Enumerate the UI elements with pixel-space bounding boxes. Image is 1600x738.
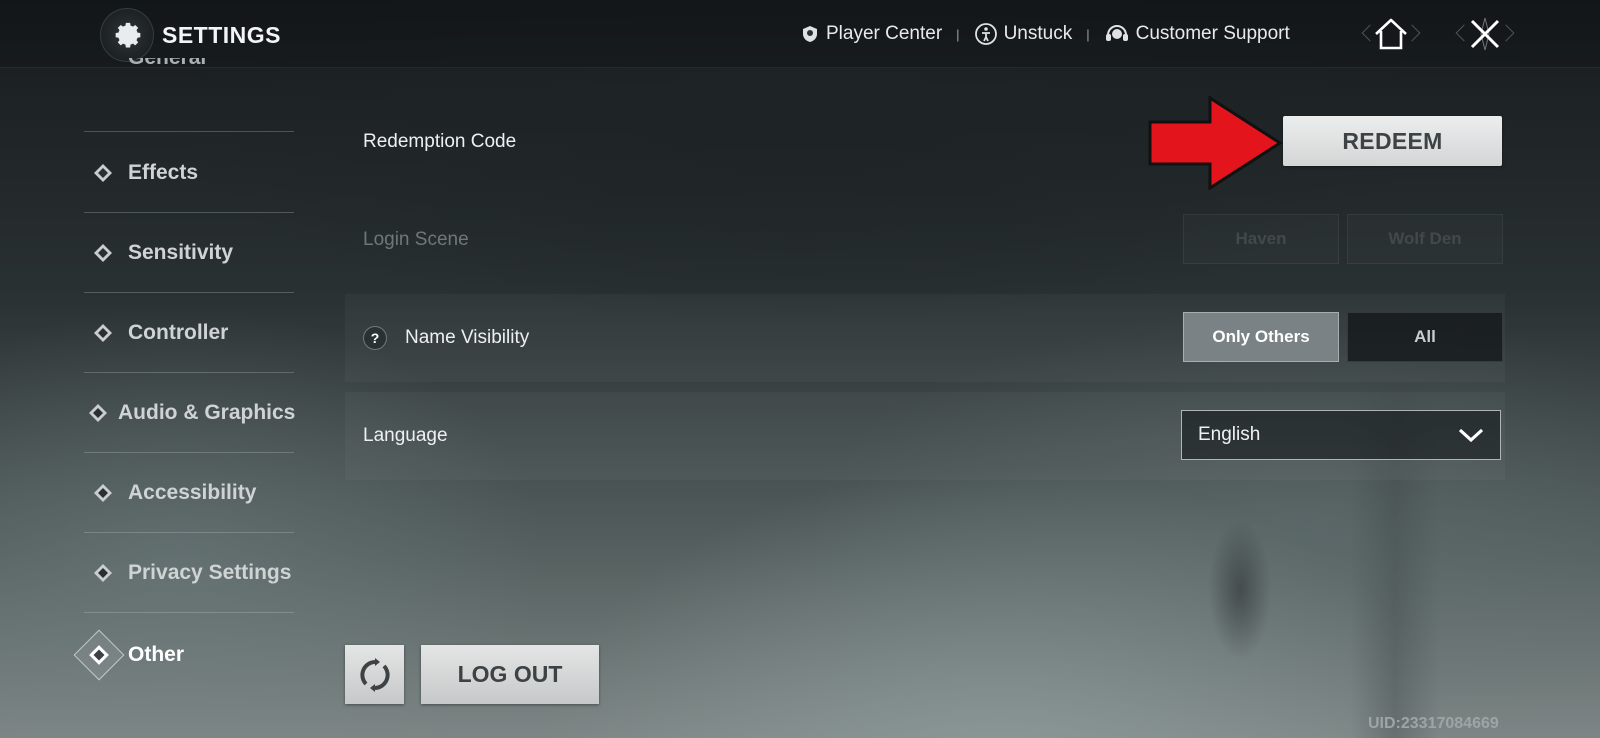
player-center-link[interactable]: Player Center [800,23,942,45]
help-icon[interactable]: ? [363,326,387,350]
sidebar-item-sensitivity[interactable]: Sensitivity [84,214,294,293]
diamond-icon [88,563,118,583]
sidebar-item-label: Privacy Settings [128,561,292,584]
redeem-button[interactable]: REDEEM [1283,116,1502,166]
sidebar-item-effects[interactable]: Effects [84,134,294,213]
diamond-icon [88,483,118,503]
sidebar-item-controller[interactable]: Controller [84,294,294,373]
uid-text: UID:23317084669 [1368,715,1499,732]
close-button[interactable] [1450,14,1520,54]
red-arrow-icon [1148,96,1283,190]
sidebar-item-label: Effects [128,161,199,184]
headset-icon [1105,25,1128,41]
customer-support-link[interactable]: Customer Support [1104,22,1290,46]
gear-icon [100,8,154,62]
login-scene-option-haven[interactable]: Haven [1183,214,1339,264]
sidebar-item-general[interactable]: General [84,58,294,132]
language-value: English [1198,424,1261,445]
sidebar-item-audio-graphics[interactable]: Audio & Graphics [84,374,296,453]
customer-support-label: Customer Support [1135,23,1290,44]
diamond-icon [88,403,108,423]
sidebar-item-other[interactable]: Other [73,615,294,694]
logout-button[interactable]: LOG OUT [421,645,599,704]
unstuck-label: Unstuck [1003,23,1073,44]
language-select[interactable]: English [1181,410,1501,460]
home-button[interactable] [1356,14,1426,54]
sidebar-item-label: Sensitivity [128,241,234,264]
unstuck-link[interactable]: Unstuck [974,22,1073,46]
unstuck-icon [974,23,997,45]
page-title: SETTINGS [162,21,282,48]
sidebar-item-label: General [128,58,206,70]
separator: | [956,26,960,42]
chevron-down-icon [1458,428,1484,443]
page-title-group: SETTINGS [100,8,281,62]
diamond-icon [88,323,118,343]
refresh-icon [359,657,390,692]
name-visibility-option-only-others[interactable]: Only Others [1183,312,1339,362]
sidebar-item-label: Other [128,642,185,666]
login-scene-option-wolf-den[interactable]: Wolf Den [1347,214,1503,264]
player-center-label: Player Center [826,23,943,44]
sidebar-item-label: Controller [128,321,229,344]
sidebar-item-label: Accessibility [128,481,257,504]
separator: | [1086,26,1090,42]
top-links: Player Center | Unstuck | Customer Suppo… [800,22,1290,46]
name-visibility-option-all[interactable]: All [1347,312,1503,362]
diamond-icon [88,163,118,183]
language-label: Language [363,425,448,446]
sidebar-item-accessibility[interactable]: Accessibility [84,454,294,533]
login-scene-label: Login Scene [363,229,469,250]
redemption-code-label: Redemption Code [363,131,517,152]
refresh-button[interactable] [345,645,404,704]
background-figure [1195,480,1285,690]
player-center-icon [803,26,817,42]
name-visibility-label: Name Visibility [405,327,530,348]
sidebar-item-privacy-settings[interactable]: Privacy Settings [84,534,294,613]
sidebar-item-label: Audio & Graphics [118,401,296,424]
diamond-icon [88,243,118,263]
active-diamond-icon [73,629,125,680]
